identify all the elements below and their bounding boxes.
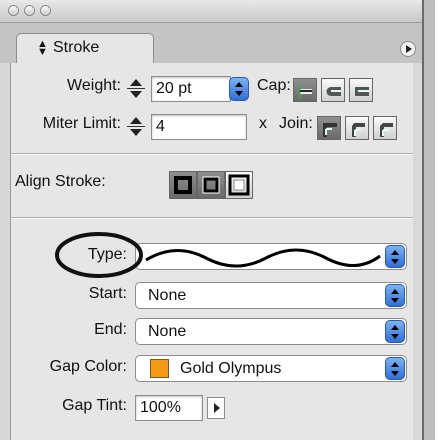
miter-limit-stepper[interactable] — [125, 113, 147, 141]
gap-color-dropdown-arrow[interactable] — [385, 357, 405, 380]
start-dropdown-arrow[interactable] — [385, 284, 405, 307]
start-dropdown[interactable]: None — [135, 282, 407, 309]
gap-color-dropdown[interactable]: Gold Olympus — [135, 355, 407, 382]
type-dropdown[interactable] — [135, 243, 407, 270]
tab-strip: ▲ ▼ Stroke — [0, 23, 422, 63]
end-value: None — [148, 323, 187, 340]
tab-stroke[interactable]: ▲ ▼ Stroke — [16, 33, 154, 63]
round-cap-icon[interactable] — [321, 78, 345, 102]
stroke-panel: ▲ ▼ Stroke Weight: 20 pt Cap: Miter Limit… — [0, 0, 424, 440]
align-center-icon[interactable] — [169, 171, 197, 199]
annotation-circle — [55, 232, 143, 278]
gap-tint-label: Gap Tint: — [62, 397, 127, 414]
miter-x-label: x — [259, 115, 267, 132]
round-join-icon[interactable] — [345, 116, 369, 140]
wavy-stroke-icon — [145, 248, 381, 268]
projecting-cap-icon[interactable] — [349, 78, 373, 102]
weight-field[interactable]: 20 pt — [151, 76, 231, 102]
gap-color-value: Gold Olympus — [180, 360, 282, 377]
gap-tint-slider-button[interactable] — [207, 397, 225, 419]
end-dropdown-arrow[interactable] — [385, 320, 405, 343]
miter-limit-label: Miter Limit: — [42, 115, 121, 132]
align-inside-icon[interactable] — [197, 171, 225, 199]
align-stroke-label: Align Stroke: — [15, 173, 106, 190]
type-dropdown-arrow[interactable] — [385, 245, 405, 268]
end-dropdown[interactable]: None — [135, 318, 407, 345]
miter-join-icon[interactable] — [317, 116, 341, 140]
close-button[interactable] — [8, 5, 19, 16]
butt-cap-icon[interactable] — [293, 78, 317, 102]
align-outside-icon[interactable] — [225, 171, 253, 199]
zoom-button[interactable] — [40, 5, 51, 16]
gap-color-label: Gap Color: — [49, 358, 127, 375]
weight-stepper[interactable] — [125, 75, 147, 103]
weight-label: Weight: — [67, 77, 121, 94]
end-label: End: — [94, 321, 127, 338]
bevel-join-icon[interactable] — [373, 116, 397, 140]
divider-1 — [11, 153, 413, 155]
cap-label: Cap: — [257, 77, 291, 94]
minimize-button[interactable] — [24, 5, 35, 16]
panel-menu-button[interactable] — [400, 41, 416, 57]
tab-stroke-label: Stroke — [53, 39, 100, 56]
updown-arrows-icon: ▲ ▼ — [37, 38, 48, 58]
weight-dropdown-arrow[interactable] — [229, 77, 249, 101]
divider-2 — [11, 217, 413, 219]
miter-limit-field[interactable]: 4 — [151, 114, 247, 140]
gap-color-swatch — [150, 359, 169, 378]
start-value: None — [148, 287, 187, 304]
start-label: Start: — [88, 285, 127, 302]
gap-tint-field[interactable]: 100% — [135, 395, 203, 421]
title-bar[interactable] — [0, 0, 422, 23]
join-label: Join: — [279, 115, 313, 132]
